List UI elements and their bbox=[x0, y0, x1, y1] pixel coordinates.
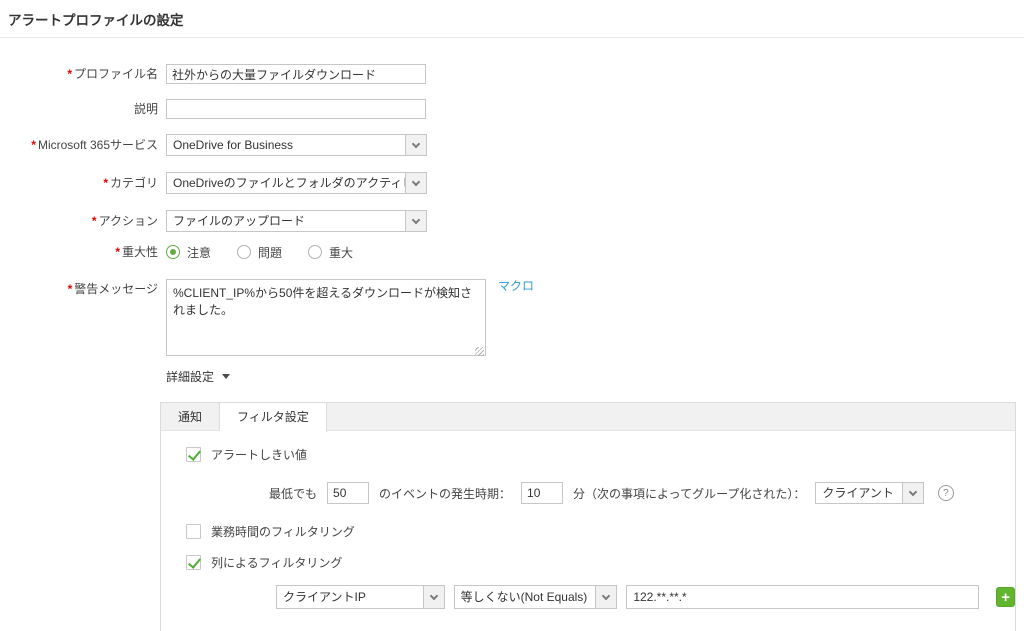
required-asterisk: * bbox=[67, 282, 73, 296]
checkbox-icon[interactable] bbox=[186, 447, 201, 462]
profile-name-row: * プロファイル名 bbox=[0, 64, 1024, 84]
chevron-down-icon bbox=[405, 135, 426, 155]
filter-column-select[interactable]: クライアントIP bbox=[276, 585, 445, 609]
filter-operator-select-value: 等しくない(Not Equals) bbox=[460, 590, 588, 604]
radio-icon[interactable] bbox=[308, 245, 323, 259]
advanced-settings-label: 詳細設定 bbox=[166, 370, 215, 384]
threshold-minutes-input[interactable] bbox=[521, 482, 564, 504]
threshold-events-label: のイベントの発生時期： bbox=[379, 486, 512, 501]
advanced-settings-panel: 通知 フィルタ設定 アラートしきい値 最低でも のイベントの発生時期： 分（次の… bbox=[160, 402, 1016, 631]
group-by-select[interactable]: クライアント bbox=[815, 482, 924, 504]
profile-name-label: * プロファイル名 bbox=[67, 67, 158, 81]
category-label: * カテゴリ bbox=[103, 176, 158, 190]
add-filter-button[interactable]: + bbox=[996, 587, 1015, 607]
severity-option-critical[interactable]: 重大 bbox=[308, 244, 353, 261]
alert-message-row: * 警告メッセージ %CLIENT_IP%から50件を超えるダウンロードが検知され… bbox=[0, 279, 1024, 359]
filter-operator-select[interactable]: 等しくない(Not Equals) bbox=[453, 585, 618, 609]
chevron-down-icon bbox=[901, 483, 923, 503]
action-label: * アクション bbox=[91, 214, 158, 228]
severity-option-caution[interactable]: 注意 bbox=[166, 244, 211, 261]
description-row: 説明 bbox=[0, 99, 1024, 119]
required-asterisk: * bbox=[115, 245, 120, 259]
alert-message-label: * 警告メッセージ bbox=[67, 282, 158, 296]
radio-icon[interactable] bbox=[237, 245, 252, 259]
radio-label: 重大 bbox=[329, 245, 354, 260]
radio-label: 問題 bbox=[258, 245, 283, 260]
description-input[interactable] bbox=[166, 99, 426, 119]
filter-settings-tab-content: アラートしきい値 最低でも のイベントの発生時期： 分（次の事項によってグループ… bbox=[161, 431, 1015, 631]
service-select[interactable]: OneDrive for Business bbox=[166, 134, 427, 156]
advanced-settings-toggle[interactable]: 詳細設定 bbox=[166, 368, 1024, 385]
required-asterisk: * bbox=[67, 67, 72, 81]
tab-notification[interactable]: 通知 bbox=[161, 403, 221, 430]
column-filter-label: 列によるフィルタリング bbox=[211, 556, 343, 570]
required-asterisk: * bbox=[103, 176, 108, 190]
description-label: 説明 bbox=[133, 102, 158, 116]
category-select-value: OneDriveのファイルとフォルダのアクティビ bbox=[173, 176, 405, 190]
filter-column-select-value: クライアントIP bbox=[283, 590, 366, 604]
action-select[interactable]: ファイルのアップロード bbox=[166, 210, 427, 232]
checkbox-icon[interactable] bbox=[186, 555, 201, 570]
profile-name-input[interactable] bbox=[166, 64, 426, 84]
chevron-down-icon bbox=[595, 586, 617, 608]
alert-threshold-checkbox-row[interactable]: アラートしきい値 bbox=[186, 446, 1015, 463]
chevron-down-icon bbox=[422, 586, 444, 608]
help-icon[interactable]: ? bbox=[937, 485, 954, 501]
required-asterisk: * bbox=[91, 214, 97, 228]
tab-filter-settings[interactable]: フィルタ設定 bbox=[220, 403, 327, 432]
threshold-group-label: 分（次の事項によってグループ化された）： bbox=[573, 486, 806, 501]
service-label: * Microsoft 365サービス bbox=[31, 138, 158, 152]
column-filter-config-row: クライアントIP 等しくない(Not Equals) + bbox=[276, 585, 1015, 609]
category-row: * カテゴリ OneDriveのファイルとフォルダのアクティビ bbox=[0, 172, 1024, 194]
alert-profile-form: *プロファイル名 説明 *Microsoft 365サービス OneDrive … bbox=[0, 38, 1024, 631]
group-by-select-value: クライアント bbox=[822, 486, 894, 500]
business-hours-label: 業務時間のフィルタリング bbox=[211, 525, 355, 539]
threshold-count-input[interactable] bbox=[327, 482, 370, 504]
column-filter-checkbox-row[interactable]: 列によるフィルタリング bbox=[186, 554, 1015, 571]
radio-icon[interactable] bbox=[166, 245, 180, 259]
panel-tabbar: 通知 フィルタ設定 bbox=[161, 403, 1015, 432]
service-row: * Microsoft 365サービス OneDrive for Business bbox=[0, 134, 1024, 156]
caret-down-icon bbox=[222, 374, 231, 379]
chevron-down-icon bbox=[405, 211, 426, 231]
business-hours-checkbox-row[interactable]: 業務時間のフィルタリング bbox=[186, 523, 1015, 540]
category-select[interactable]: OneDriveのファイルとフォルダのアクティビ bbox=[166, 172, 427, 194]
alert-threshold-config-row: 最低でも のイベントの発生時期： 分（次の事項によってグループ化された）： クラ… bbox=[269, 482, 1015, 504]
severity-row: * 重大性 注意 問題 重大 bbox=[0, 242, 1024, 262]
alert-threshold-label: アラートしきい値 bbox=[211, 448, 308, 462]
severity-radio-group: 注意 問題 重大 bbox=[166, 242, 353, 262]
resize-grip-icon[interactable] bbox=[475, 347, 484, 356]
threshold-min-label: 最低でも bbox=[269, 486, 318, 501]
action-select-value: ファイルのアップロード bbox=[173, 214, 306, 228]
alert-message-textarea[interactable]: %CLIENT_IP%から50件を超えるダウンロードが検知されました。 bbox=[166, 279, 486, 356]
checkbox-icon[interactable] bbox=[186, 524, 201, 539]
action-row: * アクション ファイルのアップロード bbox=[0, 210, 1024, 232]
macro-link[interactable]: マクロ bbox=[498, 277, 534, 294]
page-title: アラートプロファイルの設定 bbox=[8, 13, 184, 28]
severity-label: * 重大性 bbox=[115, 245, 158, 259]
required-asterisk: * bbox=[31, 138, 36, 152]
filter-value-input[interactable] bbox=[626, 585, 980, 609]
chevron-down-icon bbox=[405, 173, 426, 193]
severity-option-trouble[interactable]: 問題 bbox=[237, 244, 282, 261]
service-select-value: OneDrive for Business bbox=[173, 138, 294, 152]
radio-label: 注意 bbox=[187, 245, 212, 260]
